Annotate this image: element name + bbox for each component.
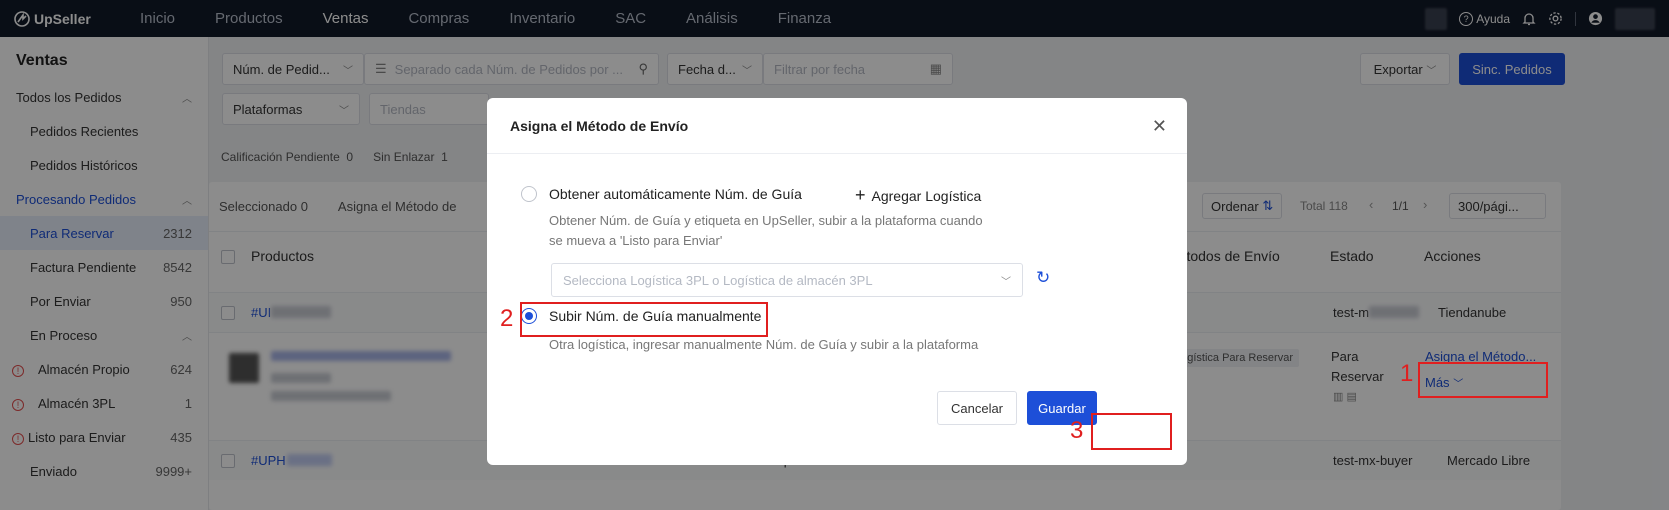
close-icon[interactable]: ✕: [1152, 116, 1167, 137]
logistics-select[interactable]: Selecciona Logística 3PL o Logística de …: [551, 263, 1023, 297]
annotation-number-2: 2: [500, 305, 514, 332]
refresh-icon[interactable]: ↻: [1036, 268, 1050, 288]
add-logistics-link[interactable]: + Agregar Logística: [855, 185, 981, 206]
desc-line: Obtener Núm. de Guía y etiqueta en UpSel…: [549, 213, 983, 228]
add-logistics-label: Agregar Logística: [871, 188, 982, 204]
desc-line: se mueva a 'Listo para Enviar': [549, 233, 723, 248]
save-button[interactable]: Guardar: [1027, 391, 1097, 425]
annotation-box-1: [1418, 362, 1548, 398]
annotation-number-1: 1: [1400, 360, 1414, 387]
option-manual-description: Otra logística, ingresar manualmente Núm…: [549, 337, 979, 352]
modal-header: Asigna el Método de Envío ✕: [487, 98, 1187, 154]
cancel-button[interactable]: Cancelar: [937, 391, 1017, 425]
annotation-number-3: 3: [1070, 417, 1084, 444]
save-label: Guardar: [1038, 400, 1086, 416]
plus-icon: +: [855, 185, 866, 205]
cancel-label: Cancelar: [950, 400, 1004, 416]
assign-shipping-modal: Asigna el Método de Envío ✕ Obtener auto…: [487, 98, 1187, 465]
chevron-down-icon: ﹀: [1001, 276, 1011, 288]
logistics-placeholder: Selecciona Logística 3PL o Logística de …: [563, 272, 873, 288]
option-auto-label: Obtener automáticamente Núm. de Guía: [549, 186, 802, 202]
modal-title: Asigna el Método de Envío: [510, 117, 689, 134]
radio-auto-tracking[interactable]: [521, 186, 537, 202]
option-auto-description: Obtener Núm. de Guía y etiqueta en UpSel…: [549, 211, 983, 251]
annotation-box-3: [1091, 413, 1172, 450]
annotation-box-2: [520, 302, 768, 337]
